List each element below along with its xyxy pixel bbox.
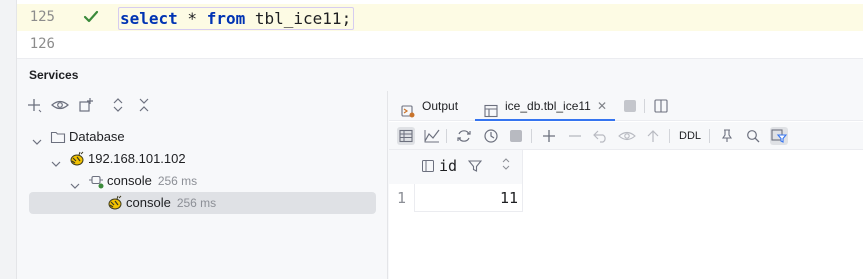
delete-row-icon[interactable] (566, 127, 584, 145)
chevron-down-icon[interactable] (51, 154, 61, 167)
hive-db-icon (107, 195, 123, 211)
results-toolbar: DDL (389, 122, 863, 150)
submit-icon[interactable] (644, 127, 662, 145)
new-group-icon[interactable] (77, 96, 95, 114)
tree-item-label: console 256 ms (126, 192, 216, 214)
sql-semicolon: ; (341, 9, 352, 28)
results-tabs: Output ice_db.tbl_ice11 ✕ (389, 91, 863, 121)
tree-item-label: Database (69, 129, 125, 144)
left-tool-strip (0, 0, 17, 279)
tree-item-datasource[interactable]: 192.168.101.102 (17, 148, 388, 170)
sql-editor[interactable]: 125 select * from tbl_ice11; 126 (17, 0, 863, 58)
folder-icon (50, 129, 66, 145)
divider (531, 129, 532, 143)
check-icon (83, 10, 99, 24)
add-row-icon[interactable] (540, 127, 558, 145)
results-pane: Output ice_db.tbl_ice11 ✕ DDL id 1 11 (389, 91, 863, 279)
services-tree-pane: Database 192.168.101.102 console 256 ms c… (17, 91, 388, 279)
add-icon[interactable] (25, 96, 43, 114)
execution-time: 256 ms (176, 196, 217, 210)
refresh-icon[interactable] (455, 127, 473, 145)
split-view-icon[interactable] (652, 97, 670, 115)
tree-item-label: console 256 ms (107, 170, 197, 192)
services-header: Services (17, 58, 863, 91)
tree-item-console-session[interactable]: console 256 ms (17, 170, 388, 192)
expand-all-icon[interactable] (109, 96, 127, 114)
result-grid: id 1 11 (389, 150, 863, 279)
stop-icon[interactable] (507, 127, 525, 145)
pin-icon[interactable] (718, 127, 736, 145)
line-number: 125 (29, 9, 55, 25)
chart-view-icon[interactable] (423, 127, 441, 145)
column-name: id (439, 157, 458, 175)
revert-icon[interactable] (592, 127, 610, 145)
chevron-down-icon[interactable] (32, 132, 42, 145)
table-icon (484, 99, 498, 118)
tab-ice-db-tbl-ice11[interactable]: ice_db.tbl_ice11 ✕ (475, 91, 615, 121)
hive-db-icon (69, 151, 85, 167)
ddl-button[interactable]: DDL (679, 128, 701, 144)
console-connection-icon (88, 173, 104, 189)
execution-time: 256 ms (157, 174, 198, 188)
column-header-id[interactable]: id (415, 150, 523, 184)
sort-icon[interactable] (502, 158, 510, 172)
table-view-icon[interactable] (397, 127, 415, 145)
output-icon (401, 99, 415, 118)
divider (669, 129, 670, 143)
services-title: Services (29, 68, 79, 82)
filter-settings-icon[interactable] (770, 127, 788, 145)
sql-text: * (177, 9, 207, 28)
console-name: console (126, 195, 171, 210)
grid-corner (389, 150, 415, 184)
tab-output[interactable]: Output (401, 91, 475, 121)
row-number: 1 (389, 184, 415, 212)
filter-icon[interactable] (467, 159, 483, 173)
sql-statement[interactable]: select * from tbl_ice11; (118, 7, 355, 30)
line-number: 126 (29, 36, 55, 52)
stop-icon[interactable] (621, 97, 639, 115)
divider (446, 129, 447, 143)
tree-item-console-query[interactable]: console 256 ms (17, 192, 388, 214)
close-icon[interactable]: ✕ (596, 100, 608, 112)
divider (644, 99, 645, 113)
sql-table-name: tbl_ice11 (245, 9, 342, 28)
column-icon (422, 160, 434, 172)
eye-icon[interactable] (51, 96, 69, 114)
search-icon[interactable] (744, 127, 762, 145)
collapse-all-icon[interactable] (135, 96, 153, 114)
preview-changes-icon[interactable] (618, 127, 636, 145)
tree-item-database[interactable]: Database (17, 126, 388, 148)
services-toolbar (17, 91, 388, 119)
sql-keyword: from (206, 9, 246, 28)
console-name: console (107, 173, 152, 188)
table-cell[interactable]: 11 (415, 184, 523, 212)
sql-keyword: select (120, 9, 178, 28)
tree-item-label: 192.168.101.102 (88, 151, 186, 166)
chevron-down-icon[interactable] (70, 176, 80, 189)
history-icon[interactable] (482, 127, 500, 145)
divider (709, 129, 710, 143)
editor-line[interactable]: 126 (17, 31, 863, 58)
tab-label: ice_db.tbl_ice11 (505, 99, 591, 113)
editor-line[interactable]: 125 select * from tbl_ice11; (17, 4, 863, 31)
tab-label: Output (422, 99, 459, 113)
